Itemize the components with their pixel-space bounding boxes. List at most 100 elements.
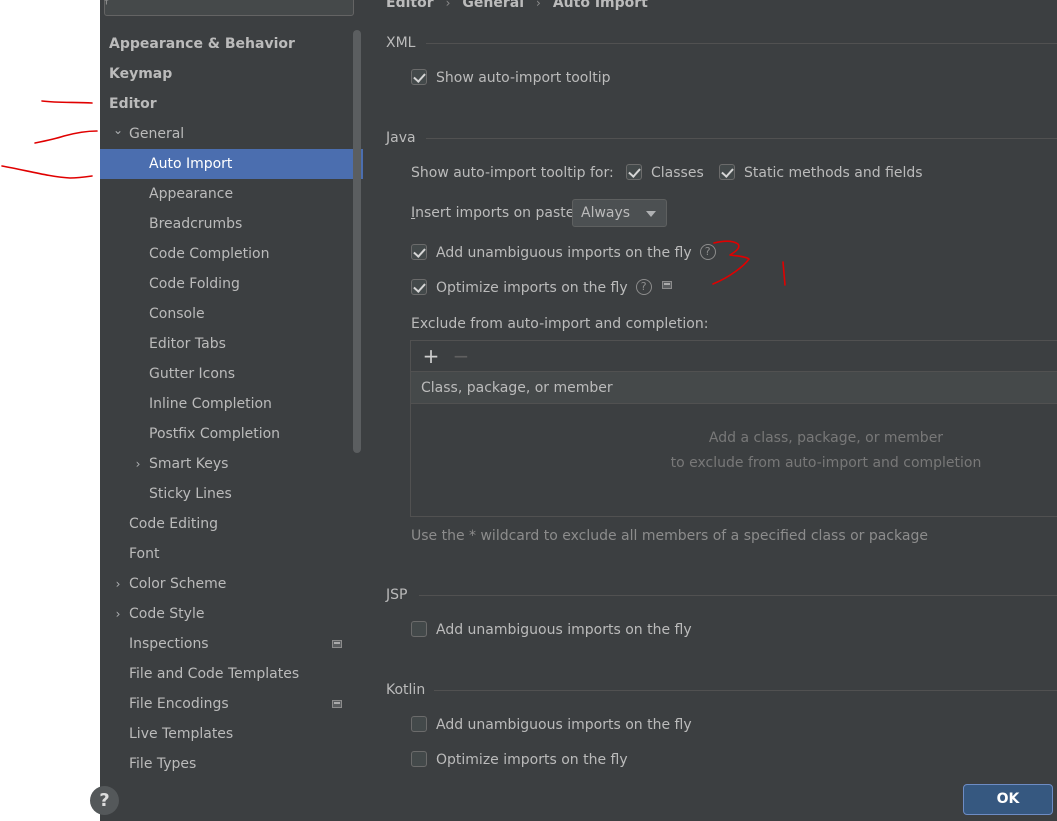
java-static-methods-label: Static methods and fields (744, 165, 923, 181)
sidebar-item-inspections[interactable]: Inspections (100, 629, 364, 659)
sidebar-item-sticky-lines[interactable]: Sticky Lines (100, 479, 364, 509)
java-optimize-checkbox[interactable]: Optimize imports on the fly? (411, 277, 672, 299)
sidebar-item-label: Inline Completion (149, 396, 272, 412)
sidebar-item-code-style[interactable]: › Code Style (100, 599, 364, 629)
sidebar-item-file-and-code-templates[interactable]: File and Code Templates (100, 659, 364, 689)
sidebar-item-auto-import[interactable]: Auto Import (100, 149, 363, 179)
settings-tree: ⚲ Appearance & Behavior Keymap Editor⌄Gene… (100, 0, 364, 785)
sidebar-item-font[interactable]: Font (100, 539, 364, 569)
sidebar-item-label: Font (129, 546, 160, 562)
sidebar-item-live-templates[interactable]: Live Templates (100, 719, 364, 749)
dialog-button-bar: ? OK (90, 784, 1057, 821)
checkbox-icon[interactable] (411, 621, 427, 637)
add-button[interactable]: + (421, 343, 441, 369)
jsp-section-title: JSP (386, 587, 408, 603)
java-static-methods-checkbox[interactable]: Static methods and fields (719, 162, 923, 184)
sidebar-item-keymap[interactable]: Keymap (100, 59, 364, 89)
sidebar-item-inline-completion[interactable]: Inline Completion (100, 389, 364, 419)
sidebar-item-appearance[interactable]: Appearance (100, 179, 364, 209)
sidebar-item-console[interactable]: Console (100, 299, 364, 329)
xml-section-title: XML (386, 35, 416, 51)
java-section-title: Java (386, 130, 416, 146)
ok-button[interactable]: OK (963, 784, 1053, 815)
chevron-down-icon[interactable]: ⌄ (111, 115, 125, 145)
sidebar-item-gutter-icons[interactable]: Gutter Icons (100, 359, 364, 389)
chevron-right-icon[interactable]: › (111, 569, 125, 599)
checkbox-icon[interactable] (411, 244, 427, 260)
checkbox-icon[interactable] (411, 751, 427, 767)
breadcrumb-separator-icon: › (445, 0, 451, 10)
insert-imports-label-text: nsert imports on paste: (415, 205, 580, 221)
java-classes-label: Classes (651, 165, 704, 181)
chevron-right-icon[interactable]: › (111, 599, 125, 629)
sidebar-item-label: Appearance & Behavior (109, 36, 295, 52)
breadcrumb: Editor › General › Auto Import (386, 0, 648, 13)
project-level-icon (332, 640, 342, 648)
breadcrumb-separator-icon: › (536, 0, 541, 10)
java-add-unambiguous-checkbox[interactable]: Add unambiguous imports on the fly? (411, 242, 716, 264)
insert-imports-value: Always (581, 205, 631, 221)
sidebar-item-general[interactable]: ⌄ General (100, 119, 364, 149)
sidebar-item-color-scheme[interactable]: › Color Scheme (100, 569, 364, 599)
remove-button[interactable]: − (451, 343, 471, 369)
sidebar-item-label: Code Editing (129, 516, 219, 532)
checkbox-icon[interactable] (719, 164, 735, 180)
help-button[interactable]: ? (90, 786, 119, 815)
sidebar-item-breadcrumbs[interactable]: Breadcrumbs (100, 209, 364, 239)
breadcrumb-editor[interactable]: Editor (386, 0, 434, 11)
sidebar-item-editor[interactable]: Editor (100, 89, 364, 119)
breadcrumb-auto-import: Auto Import (552, 0, 648, 11)
kotlin-add-unambiguous-label: Add unambiguous imports on the fly (436, 717, 692, 733)
checkbox-icon[interactable] (411, 716, 427, 732)
annotation-dash-auto-import (1, 165, 93, 179)
sidebar-item-label: Appearance (149, 186, 234, 202)
exclude-table-header[interactable]: Class, package, or member (411, 372, 1057, 404)
sidebar-item-appearance-behavior[interactable]: Appearance & Behavior (100, 29, 364, 59)
sidebar-item-label: Inspections (129, 636, 209, 652)
help-question-icon[interactable]: ? (699, 244, 716, 260)
java-add-unambiguous-label: Add unambiguous imports on the fly (436, 245, 692, 261)
sidebar-item-code-folding[interactable]: Code Folding (100, 269, 364, 299)
search-icon: ⚲ (102, 0, 111, 6)
sidebar-item-label: File and Code Templates (129, 666, 300, 682)
java-classes-checkbox[interactable]: Classes (626, 162, 704, 184)
breadcrumb-general[interactable]: General (462, 0, 524, 11)
xml-show-tooltip-label: Show auto-import tooltip (436, 70, 611, 86)
sidebar-item-label: Live Templates (129, 726, 234, 742)
exclude-empty-text-line2: to exclude from auto-import and completi… (670, 455, 982, 471)
sidebar-item-label: Console (149, 306, 205, 322)
sidebar-item-label: Breadcrumbs (149, 216, 243, 232)
checkbox-icon[interactable] (411, 69, 427, 85)
kotlin-optimize-checkbox[interactable]: Optimize imports on the fly (411, 749, 628, 771)
sidebar-item-file-types[interactable]: File Types (100, 749, 364, 779)
chevron-right-icon[interactable]: › (131, 449, 145, 479)
xml-show-tooltip-checkbox[interactable]: Show auto-import tooltip (411, 67, 611, 89)
kotlin-section-title: Kotlin (386, 682, 426, 698)
kotlin-section-divider (434, 690, 1057, 691)
checkbox-icon[interactable] (626, 164, 642, 180)
settings-search-input[interactable] (104, 0, 354, 16)
help-question-icon[interactable]: ? (635, 279, 652, 295)
sidebar-item-label: File Types (129, 756, 197, 772)
project-level-icon (332, 700, 342, 708)
sidebar-item-code-editing[interactable]: Code Editing (100, 509, 364, 539)
checkbox-icon[interactable] (411, 279, 427, 295)
sidebar-item-editor-tabs[interactable]: Editor Tabs (100, 329, 364, 359)
jsp-add-unambiguous-checkbox[interactable]: Add unambiguous imports on the fly (411, 619, 692, 641)
sidebar-item-label: Postfix Completion (149, 426, 281, 442)
java-optimize-label: Optimize imports on the fly (436, 280, 628, 296)
exclude-table[interactable]: + − Class, package, or member Add a clas… (410, 340, 1057, 517)
insert-imports-label: Insert imports on paste: (411, 202, 579, 224)
sidebar-scrollbar[interactable] (353, 30, 361, 453)
sidebar-item-label: File Encodings (129, 696, 229, 712)
annotation-dash-editor (41, 100, 93, 104)
insert-imports-dropdown[interactable]: Always (572, 199, 667, 227)
sidebar-item-postfix-completion[interactable]: Postfix Completion (100, 419, 364, 449)
sidebar-item-file-encodings[interactable]: File Encodings (100, 689, 364, 719)
kotlin-add-unambiguous-checkbox[interactable]: Add unambiguous imports on the fly (411, 714, 692, 736)
sidebar-item-code-completion[interactable]: Code Completion (100, 239, 364, 269)
jsp-add-unambiguous-label: Add unambiguous imports on the fly (436, 622, 692, 638)
sidebar-item-label: Sticky Lines (149, 486, 232, 502)
exclude-empty-text-line1[interactable]: Add a class, package, or member (411, 427, 1057, 449)
sidebar-item-smart-keys[interactable]: › Smart Keys (100, 449, 364, 479)
